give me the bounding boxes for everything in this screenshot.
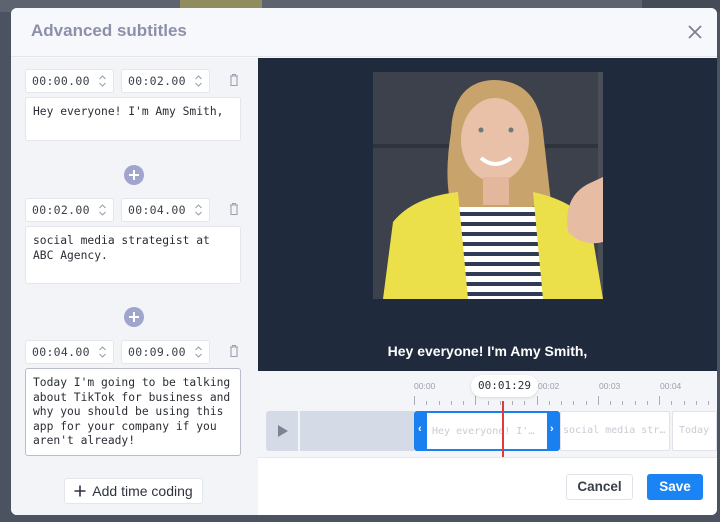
- subtitle-text-input[interactable]: Hey everyone! I'm Amy Smith,: [25, 97, 241, 141]
- playhead[interactable]: [502, 401, 504, 457]
- current-time-indicator: 00:01:29: [471, 375, 538, 397]
- close-button[interactable]: [685, 22, 705, 42]
- subtitle-text-input[interactable]: Today I'm going to be talking about TikT…: [25, 368, 241, 456]
- stepper-icon[interactable]: [194, 74, 203, 88]
- ruler-label: 00:03: [599, 381, 621, 391]
- ruler-tick: [708, 401, 709, 405]
- end-time-value: 00:02.00: [128, 74, 186, 88]
- start-time-value: 00:02.00: [32, 203, 90, 217]
- play-icon: [278, 425, 288, 437]
- insert-cue-button[interactable]: [124, 307, 144, 327]
- timeline[interactable]: 00:00 00:02 00:03 00:04 Hey everyone! I'…: [258, 371, 717, 469]
- ruler-tick: [536, 396, 538, 405]
- trash-icon[interactable]: [229, 202, 239, 216]
- trash-icon[interactable]: [229, 344, 239, 358]
- add-time-coding-label: Add time coding: [92, 483, 193, 499]
- ruler-tick: [671, 401, 673, 405]
- trash-icon[interactable]: [229, 73, 239, 87]
- advanced-subtitles-modal: Advanced subtitles 00:00.00 00:02.00 Hey…: [11, 8, 717, 515]
- chevron-left-icon[interactable]: ‹: [418, 423, 422, 435]
- ruler-tick: [597, 396, 599, 405]
- timeline-clip[interactable]: Today: [672, 411, 717, 451]
- ruler-label: 00:04: [660, 381, 682, 391]
- start-time-input[interactable]: 00:04.00: [25, 340, 114, 364]
- play-button[interactable]: [266, 411, 298, 451]
- clip-label: social media str…: [563, 425, 666, 436]
- stepper-icon[interactable]: [98, 203, 107, 217]
- ruler-tick: [487, 401, 489, 405]
- subtitle-overlay: Hey everyone! I'm Amy Smith,: [387, 343, 588, 359]
- ruler-tick: [524, 401, 526, 405]
- ruler-tick: [475, 396, 477, 405]
- ruler-tick: [438, 401, 440, 405]
- preview-panel: Hey everyone! I'm Amy Smith, 00:00 00:02…: [258, 58, 717, 515]
- ruler-tick: [561, 401, 562, 405]
- ruler-tick: [450, 401, 452, 405]
- end-time-value: 00:09.00: [128, 345, 186, 359]
- stepper-icon[interactable]: [98, 74, 107, 88]
- timeline-clip-selected[interactable]: Hey everyone! I'…: [414, 411, 560, 451]
- stepper-icon[interactable]: [194, 203, 203, 217]
- end-time-input[interactable]: 00:09.00: [121, 340, 210, 364]
- ruler-tick: [683, 401, 685, 405]
- ruler-tick: [695, 401, 697, 405]
- timeline-clip[interactable]: social media str…: [560, 411, 670, 451]
- start-time-input[interactable]: 00:02.00: [25, 198, 114, 222]
- stepper-icon[interactable]: [98, 345, 107, 359]
- end-time-input[interactable]: 00:02.00: [121, 69, 210, 93]
- ruler-label: 00:02: [538, 381, 560, 391]
- ruler-tick: [573, 401, 575, 405]
- end-time-input[interactable]: 00:04.00: [121, 198, 210, 222]
- video-frame[interactable]: [373, 72, 603, 299]
- subtitle-text-input[interactable]: social media strategist at ABC Agency.: [25, 226, 241, 284]
- start-time-value: 00:00.00: [32, 74, 90, 88]
- start-time-value: 00:04.00: [32, 345, 90, 359]
- ruler-tick: [463, 401, 464, 405]
- start-time-input[interactable]: 00:00.00: [25, 69, 114, 93]
- ruler-tick: [414, 396, 415, 405]
- clip-label: Today: [679, 425, 710, 436]
- ruler-tick: [512, 401, 513, 405]
- cancel-button[interactable]: Cancel: [566, 474, 633, 500]
- ruler-tick: [499, 401, 501, 405]
- modal-footer: Cancel Save: [258, 457, 717, 515]
- timeline-empty-lane: [300, 411, 414, 451]
- ruler-tick: [585, 401, 587, 405]
- save-button[interactable]: Save: [647, 474, 703, 500]
- subtitle-editor-panel: 00:00.00 00:02.00 Hey everyone! I'm Amy …: [11, 58, 258, 515]
- plus-icon: [74, 485, 86, 497]
- ruler-tick: [426, 401, 428, 405]
- modal-header: Advanced subtitles: [11, 8, 717, 57]
- close-icon: [688, 25, 702, 39]
- ruler-tick: [622, 401, 624, 405]
- chevron-right-icon[interactable]: ›: [550, 423, 554, 435]
- ruler-tick: [634, 401, 636, 405]
- end-time-value: 00:04.00: [128, 203, 186, 217]
- ruler-label: 00:00: [414, 381, 436, 391]
- insert-cue-button[interactable]: [124, 165, 144, 185]
- ruler-tick: [659, 396, 660, 405]
- video-thumbnail: [373, 72, 603, 299]
- add-time-coding-button[interactable]: Add time coding: [64, 478, 203, 504]
- clip-label: Hey everyone! I'…: [432, 426, 535, 437]
- ruler-tick: [548, 401, 550, 405]
- ruler-tick: [646, 401, 648, 405]
- modal-title: Advanced subtitles: [31, 21, 187, 40]
- ruler-tick: [610, 401, 611, 405]
- video-preview: Hey everyone! I'm Amy Smith,: [258, 58, 717, 371]
- stepper-icon[interactable]: [194, 345, 203, 359]
